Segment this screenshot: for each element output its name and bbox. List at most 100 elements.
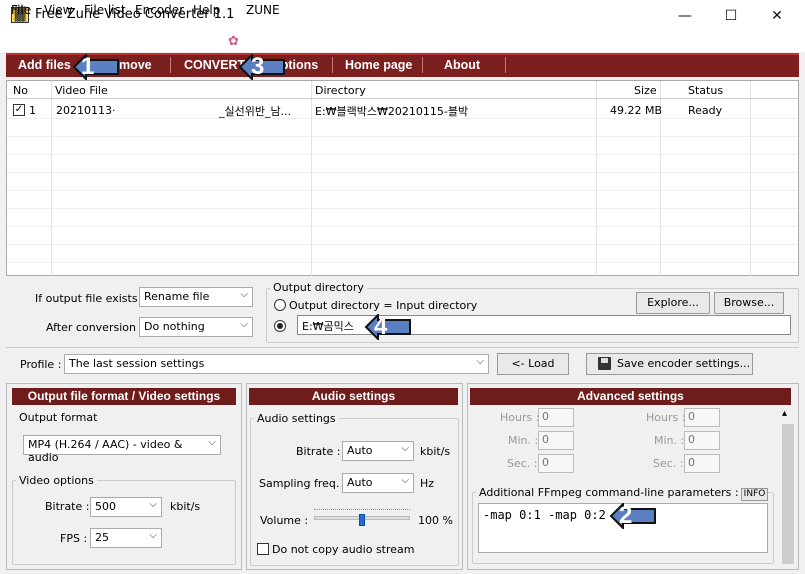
explore-button[interactable]: Explore... (636, 292, 710, 314)
menu-bar (0, 32, 805, 52)
row-video-file: 20210113· (56, 104, 116, 117)
volume-slider-ticks (314, 509, 410, 512)
minimize-button[interactable]: — (662, 4, 708, 28)
toolbar-separator (505, 57, 506, 73)
if-exists-select[interactable]: Rename file ⌵ (139, 287, 253, 307)
no-copy-audio-checkbox[interactable] (257, 543, 269, 555)
menu-view[interactable]: View (44, 3, 72, 17)
menu-encoder[interactable]: Encoder (135, 3, 184, 17)
sampling-unit: Hz (420, 477, 435, 490)
profile-value: The last session settings (69, 357, 205, 370)
table-row[interactable]: ✓ 1 20210113· _실선위반_남... E:₩블랙박스₩2021011… (7, 100, 798, 118)
video-bitrate-select[interactable]: 500 ⌵ (90, 497, 162, 517)
same-directory-radio[interactable] (274, 299, 286, 311)
row-size: 49.22 MB (610, 104, 663, 117)
sampling-select[interactable]: Auto ⌵ (342, 473, 414, 493)
end-min-spinner[interactable]: 0 (684, 431, 720, 450)
video-options-group (12, 480, 236, 565)
output-format-select[interactable]: MP4 (H.264 / AAC) - video & audio ⌵ (23, 435, 221, 464)
row-number: 1 (29, 104, 36, 117)
video-bitrate-value: 500 (95, 500, 116, 513)
row-video-file-tail: _실선위반_남... (219, 105, 292, 118)
callout-number-2: 2 (619, 502, 633, 529)
sampling-value: Auto (347, 476, 373, 489)
toolbar-separator (332, 57, 333, 73)
sampling-label: Sampling freq. : (259, 477, 347, 490)
start-hours-spinner[interactable]: 0 (538, 408, 574, 427)
row-status: Ready (688, 104, 723, 117)
end-sec-spinner[interactable]: 0 (684, 454, 720, 473)
chevron-down-icon: ⌵ (149, 499, 157, 510)
maximize-button[interactable]: ☐ (708, 4, 754, 28)
about-button[interactable]: About (444, 58, 480, 72)
column-header-directory[interactable]: Directory (315, 84, 366, 97)
output-directory-group-label: Output directory (270, 281, 367, 294)
volume-label: Volume : (260, 514, 309, 527)
scroll-up-icon[interactable]: ▴ (782, 408, 787, 419)
column-header-size[interactable]: Size (634, 84, 657, 97)
row-directory: E:₩블랙박스₩20210115-블박 (315, 105, 469, 118)
volume-value: 100 % (418, 514, 453, 527)
chevron-down-icon: ⌵ (149, 530, 157, 541)
load-button[interactable]: <- Load (497, 353, 569, 375)
chevron-down-icon: ⌵ (240, 319, 248, 330)
row-divider (7, 226, 798, 227)
column-header-video-file[interactable]: Video File (55, 84, 108, 97)
after-conversion-select[interactable]: Do nothing ⌵ (139, 317, 253, 337)
audio-bitrate-unit: kbit/s (420, 445, 451, 458)
fps-value: 25 (95, 531, 109, 544)
video-panel-header: Output file format / Video settings (12, 388, 236, 405)
menu-file-list[interactable]: File list (84, 3, 126, 17)
scrollbar-thumb[interactable] (782, 424, 794, 564)
if-exists-label: If output file exists : (35, 292, 145, 305)
chevron-down-icon: ⌵ (401, 443, 409, 454)
start-min-label: Min. : (508, 434, 539, 447)
audio-settings-label: Audio settings (254, 412, 339, 425)
video-bitrate-label: Bitrate : (45, 500, 90, 513)
callout-arrow-3: 3 (238, 54, 286, 80)
after-conversion-label: After conversion : (46, 321, 144, 334)
end-hours-spinner[interactable]: 0 (684, 408, 720, 427)
fps-select[interactable]: 25 ⌵ (90, 528, 162, 548)
toolbar-separator (170, 57, 171, 73)
start-sec-spinner[interactable]: 0 (538, 454, 574, 473)
chevron-down-icon: ⌵ (208, 437, 216, 448)
start-min-spinner[interactable]: 0 (538, 431, 574, 450)
profile-label: Profile : (20, 358, 62, 371)
chevron-down-icon: ⌵ (476, 356, 484, 367)
close-button[interactable]: ✕ (754, 4, 800, 28)
browse-button[interactable]: Browse... (714, 292, 784, 314)
audio-bitrate-label: Bitrate : (296, 445, 341, 458)
volume-slider-thumb[interactable] (359, 514, 365, 526)
divider (6, 347, 799, 348)
row-checkbox[interactable]: ✓ (13, 104, 25, 116)
menu-file[interactable]: File (11, 3, 31, 17)
end-min-label: Min. : (654, 434, 685, 447)
callout-number-3: 3 (251, 53, 265, 80)
no-copy-audio-label[interactable]: Do not copy audio stream (272, 543, 415, 556)
file-list[interactable]: No Video File Directory Size Status ✓ 1 … (6, 80, 799, 277)
menu-help[interactable]: Help (193, 3, 220, 17)
column-header-no[interactable]: No (13, 84, 28, 97)
after-conversion-value: Do nothing (144, 320, 205, 333)
menu-zune[interactable]: ZUNE (246, 3, 280, 17)
custom-directory-radio[interactable] (274, 320, 286, 332)
convert-button[interactable]: CONVERT (184, 58, 245, 72)
start-sec-label: Sec. : (507, 457, 538, 470)
callout-arrow-2: 2 (609, 503, 657, 529)
info-button[interactable]: INFO (741, 488, 768, 501)
home-page-button[interactable]: Home page (345, 58, 412, 72)
chevron-down-icon: ⌵ (240, 289, 248, 300)
callout-number-1: 1 (81, 53, 95, 80)
save-encoder-settings-button[interactable]: Save encoder settings... (586, 353, 753, 375)
audio-bitrate-select[interactable]: Auto ⌵ (342, 441, 414, 461)
column-header-status[interactable]: Status (688, 84, 723, 97)
header-divider (7, 98, 798, 99)
add-files-button[interactable]: Add files (18, 58, 71, 72)
same-directory-label[interactable]: Output directory = Input directory (289, 299, 477, 312)
ffmpeg-label: Additional FFmpeg command-line parameter… (476, 486, 742, 499)
callout-arrow-4: 4 (364, 314, 412, 340)
profile-select[interactable]: The last session settings ⌵ (64, 354, 489, 374)
row-divider (7, 172, 798, 173)
row-divider (7, 154, 798, 155)
